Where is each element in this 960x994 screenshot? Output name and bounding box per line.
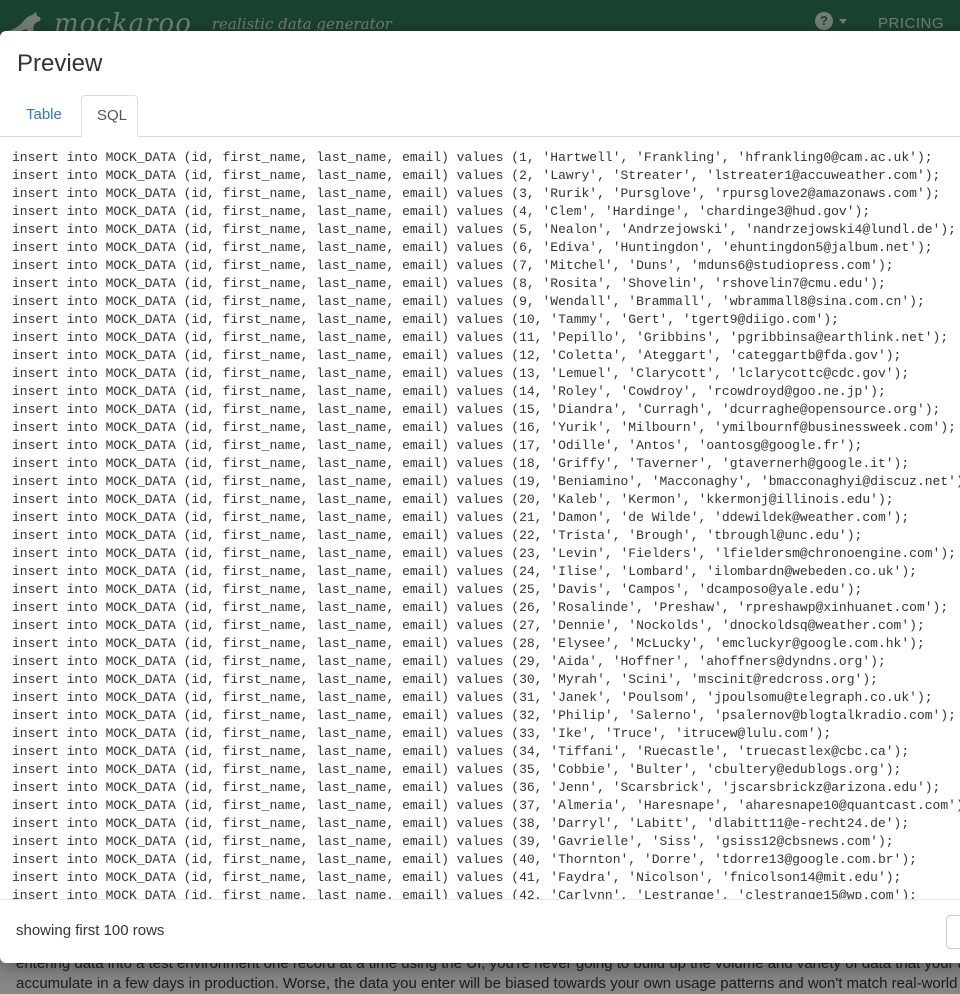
sql-insert-line: insert into MOCK_DATA (id, first_name, l…	[12, 186, 941, 201]
sql-insert-line: insert into MOCK_DATA (id, first_name, l…	[12, 888, 917, 900]
sql-insert-line: insert into MOCK_DATA (id, first_name, l…	[12, 150, 933, 165]
sql-insert-line: insert into MOCK_DATA (id, first_name, l…	[12, 780, 941, 795]
sql-insert-line: insert into MOCK_DATA (id, first_name, l…	[12, 276, 886, 291]
sql-insert-line: insert into MOCK_DATA (id, first_name, l…	[12, 474, 960, 489]
sql-insert-line: insert into MOCK_DATA (id, first_name, l…	[12, 510, 910, 525]
sql-insert-line: insert into MOCK_DATA (id, first_name, l…	[12, 438, 863, 453]
sql-insert-line: insert into MOCK_DATA (id, first_name, l…	[12, 834, 894, 849]
sql-insert-line: insert into MOCK_DATA (id, first_name, l…	[12, 726, 832, 741]
sql-preview[interactable]: insert into MOCK_DATA (id, first_name, l…	[0, 137, 960, 900]
sql-insert-line: insert into MOCK_DATA (id, first_name, l…	[12, 330, 949, 345]
sql-insert-line: insert into MOCK_DATA (id, first_name, l…	[12, 618, 925, 633]
sql-insert-line: insert into MOCK_DATA (id, first_name, l…	[12, 546, 956, 561]
tab-table[interactable]: Table	[11, 95, 77, 135]
sql-insert-line: insert into MOCK_DATA (id, first_name, l…	[12, 762, 902, 777]
sql-insert-line: insert into MOCK_DATA (id, first_name, l…	[12, 366, 910, 381]
sql-insert-line: insert into MOCK_DATA (id, first_name, l…	[12, 564, 917, 579]
sql-insert-line: insert into MOCK_DATA (id, first_name, l…	[12, 600, 949, 615]
sql-insert-line: insert into MOCK_DATA (id, first_name, l…	[12, 204, 871, 219]
sql-insert-line: insert into MOCK_DATA (id, first_name, l…	[12, 222, 956, 237]
tab-sql[interactable]: SQL	[81, 95, 138, 137]
sql-insert-line: insert into MOCK_DATA (id, first_name, l…	[12, 258, 894, 273]
sql-code: insert into MOCK_DATA (id, first_name, l…	[0, 137, 960, 900]
sql-insert-line: insert into MOCK_DATA (id, first_name, l…	[12, 456, 910, 471]
sql-insert-line: insert into MOCK_DATA (id, first_name, l…	[12, 168, 941, 183]
sql-insert-line: insert into MOCK_DATA (id, first_name, l…	[12, 816, 910, 831]
close-button[interactable]	[946, 915, 960, 949]
sql-insert-line: insert into MOCK_DATA (id, first_name, l…	[12, 492, 894, 507]
sql-insert-line: insert into MOCK_DATA (id, first_name, l…	[12, 348, 902, 363]
sql-insert-line: insert into MOCK_DATA (id, first_name, l…	[12, 654, 886, 669]
sql-insert-line: insert into MOCK_DATA (id, first_name, l…	[12, 672, 878, 687]
preview-modal: Preview Table SQL insert into MOCK_DATA …	[0, 31, 960, 963]
sql-insert-line: insert into MOCK_DATA (id, first_name, l…	[12, 798, 960, 813]
sql-insert-line: insert into MOCK_DATA (id, first_name, l…	[12, 420, 956, 435]
sql-insert-line: insert into MOCK_DATA (id, first_name, l…	[12, 852, 917, 867]
rows-note: showing first 100 rows	[16, 922, 165, 939]
sql-insert-line: insert into MOCK_DATA (id, first_name, l…	[12, 402, 941, 417]
preview-tabs: Table SQL	[0, 95, 960, 137]
sql-insert-line: insert into MOCK_DATA (id, first_name, l…	[12, 636, 925, 651]
sql-insert-line: insert into MOCK_DATA (id, first_name, l…	[12, 708, 956, 723]
sql-insert-line: insert into MOCK_DATA (id, first_name, l…	[12, 294, 925, 309]
sql-insert-line: insert into MOCK_DATA (id, first_name, l…	[12, 870, 902, 885]
sql-insert-line: insert into MOCK_DATA (id, first_name, l…	[12, 582, 863, 597]
sql-insert-line: insert into MOCK_DATA (id, first_name, l…	[12, 240, 933, 255]
sql-insert-line: insert into MOCK_DATA (id, first_name, l…	[12, 312, 839, 327]
modal-title: Preview	[17, 50, 103, 77]
sql-insert-line: insert into MOCK_DATA (id, first_name, l…	[12, 690, 933, 705]
sql-insert-line: insert into MOCK_DATA (id, first_name, l…	[12, 744, 910, 759]
sql-insert-line: insert into MOCK_DATA (id, first_name, l…	[12, 528, 863, 543]
modal-footer: showing first 100 rows	[0, 900, 960, 963]
sql-insert-line: insert into MOCK_DATA (id, first_name, l…	[12, 384, 886, 399]
